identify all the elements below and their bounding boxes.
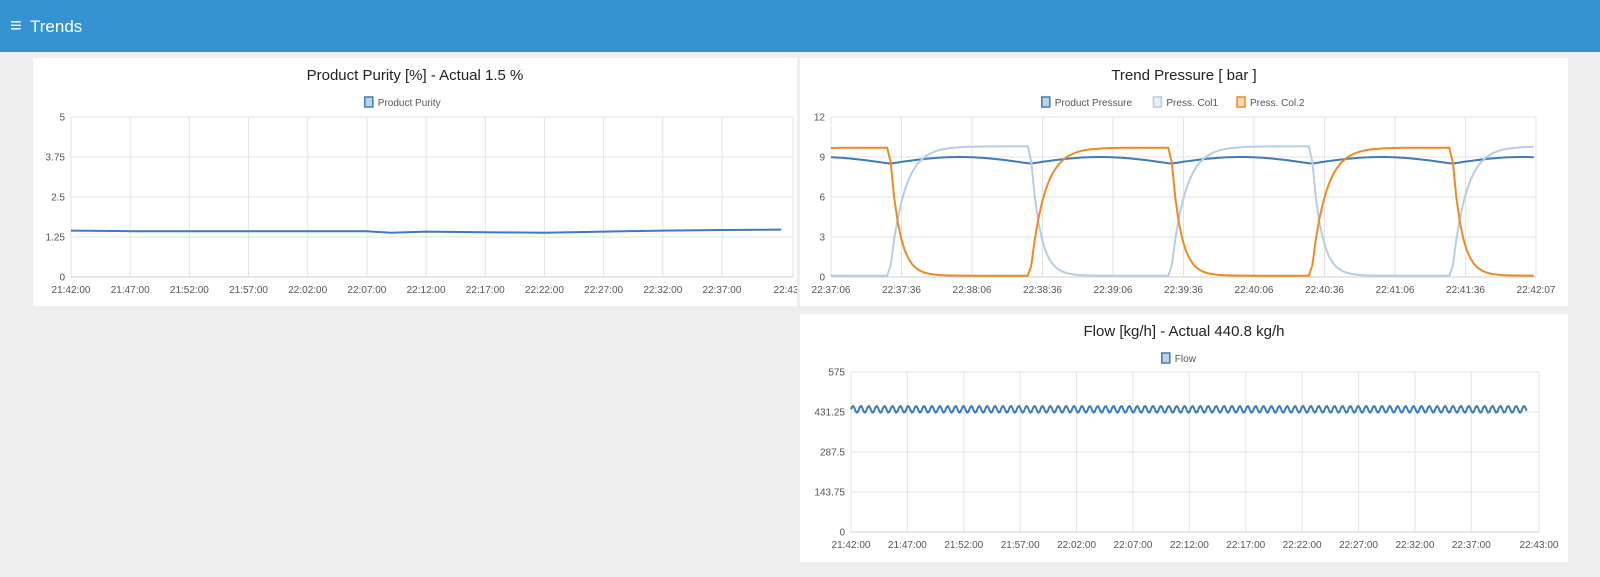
flow-xtick-label: 22:37:00: [1452, 540, 1491, 551]
pressure-legend-swatch: [1236, 96, 1246, 108]
purity-ytick-label: 0: [59, 273, 65, 284]
purity-xtick-label: 22:22:00: [525, 285, 564, 296]
purity-ytick-label: 2.5: [51, 193, 65, 204]
flow-xtick-label: 22:12:00: [1170, 540, 1209, 551]
purity-xtick-label: 22:17:00: [466, 285, 505, 296]
purity-xtick-label: 22:12:00: [407, 285, 446, 296]
pressure-xtick-label: 22:37:06: [812, 285, 851, 296]
purity-legend-label: Product Purity: [378, 98, 441, 109]
flow-ytick-label: 431.25: [814, 408, 845, 419]
purity-xtick-label: 22:27:00: [584, 285, 623, 296]
pressure-xtick-label: 22:38:36: [1023, 285, 1062, 296]
flow-ytick-label: 143.75: [814, 488, 845, 499]
flow-series-line: [850, 404, 1528, 414]
pressure-legend-label: Press. Col1: [1166, 98, 1218, 109]
purity-ytick-label: 5: [59, 113, 65, 124]
hamburger-menu-icon[interactable]: ≡: [10, 14, 28, 38]
pressure-chart-panel: Trend Pressure [ bar ] Product Pressure P…: [800, 58, 1568, 306]
flow-chart-panel: Flow [kg/h] - Actual 440.8 kg/h Flow 0 143…: [800, 314, 1568, 562]
purity-xtick-label: 21:47:00: [111, 285, 150, 296]
purity-xtick-label: 22:43:00: [774, 285, 797, 296]
purity-xtick-label: 22:37:00: [703, 285, 742, 296]
pressure-series-line: [830, 156, 1534, 165]
page-title: Trends: [30, 17, 83, 36]
pressure-chart: Product Pressure Press. Col1 Press. Col.2 0…: [812, 96, 1556, 296]
purity-chart-panel: Product Purity [%] - Actual 1.5 % Produc…: [33, 58, 797, 306]
pressure-legend-label: Product Pressure: [1055, 98, 1133, 109]
pressure-ytick-label: 12: [814, 113, 826, 124]
pressure-ytick-label: 6: [819, 193, 825, 204]
purity-ytick-label: 1.25: [46, 233, 66, 244]
purity-ytick-label: 3.75: [46, 153, 66, 164]
flow-ytick-label: 575: [828, 368, 845, 379]
pressure-series-line: [831, 146, 1534, 277]
flow-xtick-label: 22:07:00: [1113, 540, 1152, 551]
purity-xtick-label: 21:57:00: [229, 285, 268, 296]
pressure-xtick-label: 22:41:06: [1376, 285, 1415, 296]
flow-legend-swatch: [1161, 352, 1171, 364]
pressure-xtick-label: 22:40:06: [1235, 285, 1274, 296]
purity-xtick-label: 22:02:00: [288, 285, 327, 296]
pressure-xtick-label: 22:37:36: [882, 285, 921, 296]
pressure-ytick-label: 9: [819, 153, 825, 164]
pressure-xtick-label: 22:38:06: [953, 285, 992, 296]
pressure-legend-swatch: [1041, 96, 1051, 108]
flow-xtick-label: 22:32:00: [1395, 540, 1434, 551]
flow-xtick-label: 22:27:00: [1339, 540, 1378, 551]
flow-xtick-label: 21:42:00: [832, 540, 871, 551]
flow-xtick-label: 21:57:00: [1001, 540, 1040, 551]
purity-xtick-label: 22:07:00: [347, 285, 386, 296]
flow-xtick-label: 22:02:00: [1057, 540, 1096, 551]
pressure-xtick-label: 22:41:36: [1446, 285, 1485, 296]
pressure-ytick-label: 0: [819, 273, 825, 284]
flow-xtick-label: 22:43:00: [1520, 540, 1559, 551]
flow-xtick-label: 22:17:00: [1226, 540, 1265, 551]
pressure-legend-label: Press. Col.2: [1250, 98, 1305, 109]
flow-chart: Flow 0 143.75 287.5 431.25 575 21:42:00 21:47:0…: [814, 352, 1559, 551]
flow-legend-label: Flow: [1175, 354, 1197, 365]
pressure-xtick-label: 22:39:36: [1164, 285, 1203, 296]
flow-ytick-label: 0: [839, 528, 845, 539]
purity-xtick-label: 22:32:00: [643, 285, 682, 296]
purity-legend-swatch: [364, 96, 374, 108]
flow-ytick-label: 287.5: [820, 448, 845, 459]
flow-xtick-label: 21:52:00: [944, 540, 983, 551]
pressure-ytick-label: 3: [819, 233, 825, 244]
flow-xtick-label: 22:22:00: [1283, 540, 1322, 551]
flow-xtick-label: 21:47:00: [888, 540, 927, 551]
purity-xtick-label: 21:52:00: [170, 285, 209, 296]
pressure-series-line: [830, 145, 1534, 277]
pressure-xtick-label: 22:40:36: [1305, 285, 1344, 296]
pressure-xtick-label: 22:39:06: [1094, 285, 1133, 296]
pressure-xtick-label: 22:42:07: [1517, 285, 1556, 296]
purity-chart: Product Purity 0 1.25 2.5 3.75 5 21:42:00 21:47…: [46, 96, 797, 296]
pressure-legend-swatch: [1152, 96, 1163, 108]
purity-xtick-label: 21:42:00: [52, 285, 91, 296]
header-bar: ≡ Trends: [0, 0, 1600, 52]
